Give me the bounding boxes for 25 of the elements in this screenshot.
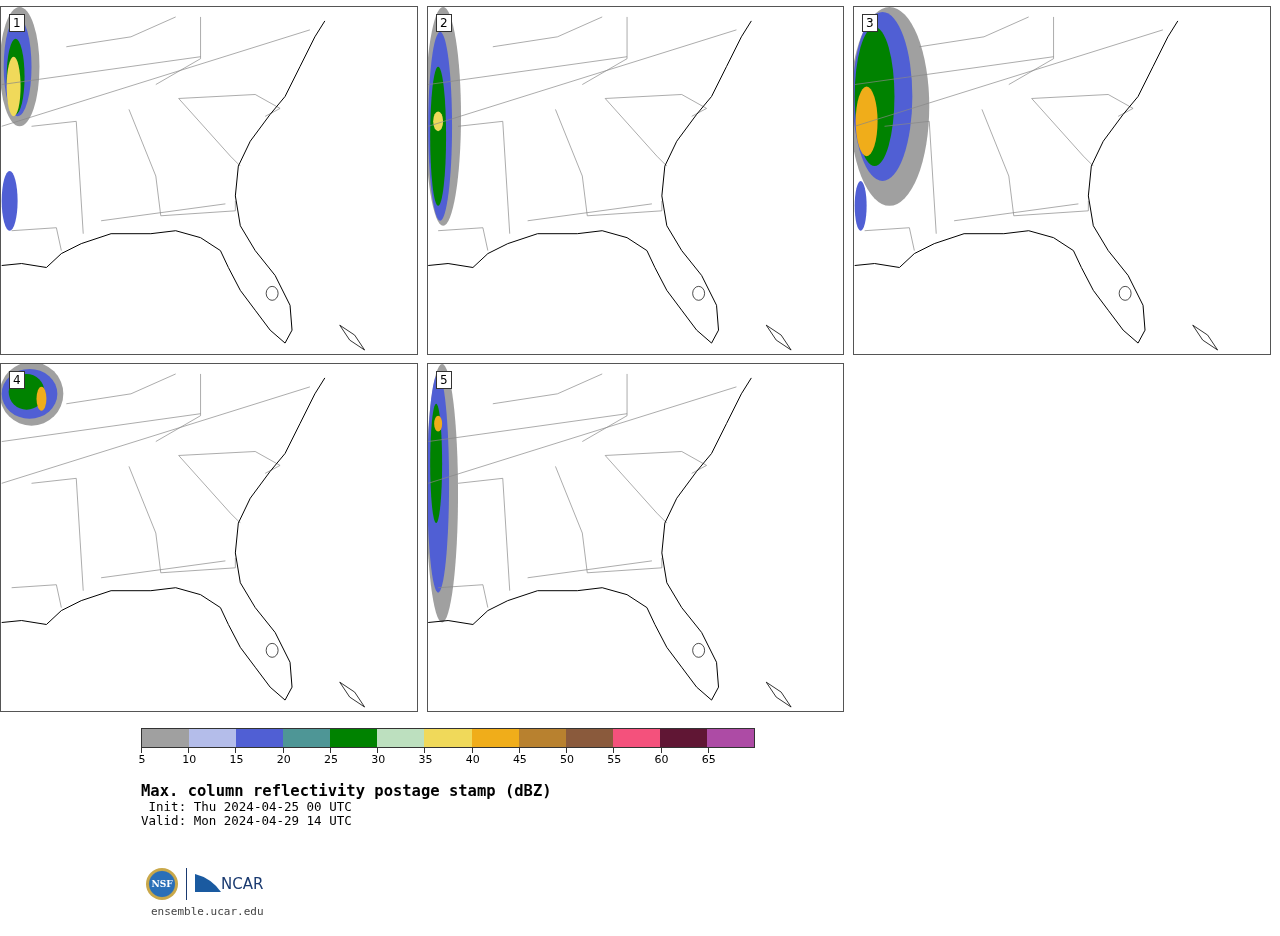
ncar-logo: NCAR bbox=[221, 875, 264, 893]
panel-number: 3 bbox=[862, 14, 878, 32]
tick-label: 50 bbox=[560, 753, 575, 766]
tick-label: 15 bbox=[229, 753, 244, 766]
tick-label: 65 bbox=[701, 753, 716, 766]
panel-number: 2 bbox=[436, 14, 452, 32]
tick-label: 5 bbox=[138, 753, 146, 766]
panel-number: 1 bbox=[9, 14, 25, 32]
chart-title: Max. column reflectivity postage stamp (dBZ) bbox=[141, 782, 553, 800]
tick-label: 30 bbox=[371, 753, 386, 766]
tick-label: 55 bbox=[607, 753, 622, 766]
tick-label: 35 bbox=[418, 753, 433, 766]
tick-label: 10 bbox=[182, 753, 197, 766]
tick-label: 25 bbox=[323, 753, 338, 766]
panel-number: 5 bbox=[436, 371, 452, 389]
tick-label: 60 bbox=[654, 753, 669, 766]
swoosh-icon bbox=[195, 874, 221, 894]
init-time: Init: Thu 2024-04-25 00 UTC bbox=[147, 800, 353, 814]
website-text: ensemble.ucar.edu bbox=[151, 905, 265, 918]
panel-number: 4 bbox=[9, 371, 25, 389]
nsf-logo: NSF bbox=[146, 868, 178, 900]
valid-time: Valid: Mon 2024-04-29 14 UTC bbox=[141, 814, 353, 828]
tick-label: 45 bbox=[512, 753, 527, 766]
tick-label: 20 bbox=[276, 753, 291, 766]
tick-label: 40 bbox=[465, 753, 480, 766]
